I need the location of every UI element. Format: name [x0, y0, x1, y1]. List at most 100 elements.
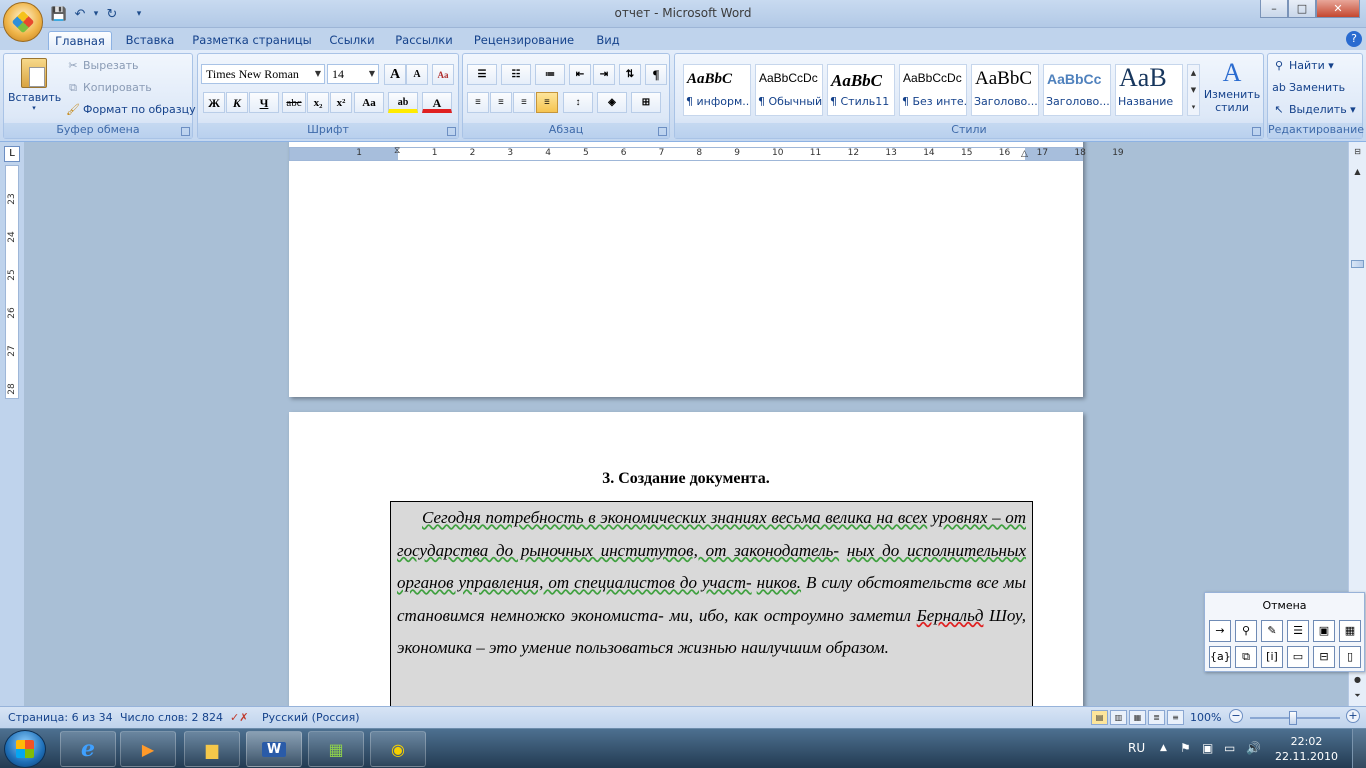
footnote-icon[interactable]: [i] — [1261, 646, 1283, 668]
bullets-icon[interactable]: ☰ — [467, 64, 497, 85]
align-right-icon[interactable]: ≡ — [513, 92, 535, 113]
help-icon[interactable]: ? — [1346, 31, 1362, 47]
comment-icon[interactable]: ▭ — [1287, 646, 1309, 668]
scroll-up-icon[interactable]: ▲ — [1350, 164, 1365, 179]
outline-icon[interactable]: ≣ — [1148, 710, 1165, 725]
paragraph-launcher-icon[interactable] — [658, 127, 667, 136]
change-case-button[interactable]: Aa — [354, 92, 384, 113]
line-spacing-icon[interactable]: ↕ — [563, 92, 593, 113]
zoom-slider-knob[interactable] — [1289, 711, 1297, 725]
copy-button[interactable]: ⧉ Копировать — [66, 79, 152, 97]
app2-taskbar-icon[interactable]: ◉ — [370, 731, 426, 767]
arrow-icon[interactable]: → — [1209, 620, 1231, 642]
decrease-indent-icon[interactable]: ⇤ — [569, 64, 591, 85]
find-button[interactable]: ⚲ Найти ▾ — [1272, 57, 1334, 75]
zoom-level[interactable]: 100% — [1190, 711, 1221, 724]
chevron-down-icon[interactable]: ▼ — [312, 65, 324, 83]
show-formatting-icon[interactable]: ¶ — [645, 64, 667, 85]
clock[interactable]: 22:02 22.11.2010 — [1275, 734, 1338, 764]
language[interactable]: Русский (Россия) — [262, 711, 360, 724]
select-button[interactable]: ↖ Выделить ▾ — [1272, 101, 1355, 119]
tab-mailings[interactable]: Рассылки — [390, 31, 458, 50]
tab-page-layout[interactable]: Разметка страницы — [190, 31, 314, 50]
style-item[interactable]: AaBbCcDc ¶ Обычный — [755, 64, 823, 116]
style-item[interactable]: AaBbC Заголово... — [971, 64, 1039, 116]
cut-button[interactable]: ✂ Вырезать — [66, 57, 138, 75]
underline-button[interactable]: Ч — [249, 92, 279, 113]
horizontal-ruler[interactable]: 1 1 2 3 4 5 6 7 8 9 10 11 12 13 14 15 16 17 18 19 ⧖ △ — [289, 146, 1124, 161]
input-language[interactable]: RU — [1128, 741, 1145, 755]
office-button[interactable] — [3, 2, 43, 42]
show-hidden-icons-icon[interactable]: ▲ — [1160, 743, 1167, 753]
borders-icon[interactable]: ⊞ — [631, 92, 661, 113]
style-item[interactable]: AaBbCcDc ¶ Без инте... — [899, 64, 967, 116]
text-box[interactable]: Сегодня потребность в экономических знан… — [390, 501, 1033, 706]
styles-launcher-icon[interactable] — [1252, 127, 1261, 136]
zoom-in-button[interactable]: + — [1346, 709, 1360, 723]
clipboard-launcher-icon[interactable] — [181, 127, 190, 136]
internet-explorer-icon[interactable]: e — [60, 731, 116, 767]
font-launcher-icon[interactable] — [447, 127, 456, 136]
browse-next-icon[interactable]: ⏷ — [1350, 688, 1365, 703]
maximize-button[interactable]: □ — [1288, 0, 1316, 18]
align-left-icon[interactable]: ≡ — [467, 92, 489, 113]
page-icon[interactable]: ▯ — [1339, 646, 1361, 668]
tab-insert[interactable]: Вставка — [120, 31, 180, 50]
highlight-button[interactable]: ab — [388, 92, 418, 113]
tab-home[interactable]: Главная — [48, 31, 112, 50]
page-count[interactable]: Страница: 6 из 34 — [8, 711, 113, 724]
styles-scroll[interactable]: ▲ ▼ ▾ — [1187, 64, 1200, 116]
field-icon[interactable]: {a} — [1209, 646, 1231, 668]
chevron-down-icon[interactable]: ▼ — [366, 65, 378, 83]
volume-icon[interactable]: 🔊 — [1246, 741, 1261, 755]
font-size-combo[interactable]: 14 ▼ — [327, 64, 379, 84]
full-screen-reading-icon[interactable]: ▥ — [1110, 710, 1127, 725]
subscript-button[interactable]: x₂ — [307, 92, 329, 113]
paste-button[interactable]: Вставить ▾ — [8, 58, 61, 120]
word-taskbar-icon[interactable]: W — [246, 731, 302, 767]
format-painter-button[interactable]: 🖌 Формат по образцу — [66, 101, 196, 119]
clear-formatting-button[interactable]: Aa — [432, 64, 454, 85]
ruler-toggle-icon[interactable]: ⊟ — [1350, 144, 1365, 159]
font-name-combo[interactable]: Times New Roman ▼ — [201, 64, 325, 84]
web-layout-icon[interactable]: ▦ — [1129, 710, 1146, 725]
pencil-icon[interactable]: ✎ — [1261, 620, 1283, 642]
style-item[interactable]: AaBbCc Заголово... — [1043, 64, 1111, 116]
numbering-icon[interactable]: ☷ — [501, 64, 531, 85]
right-indent-marker-icon[interactable]: △ — [1021, 149, 1028, 159]
shading-icon[interactable]: ◈ — [597, 92, 627, 113]
flag-icon[interactable]: ⚑ — [1180, 741, 1191, 755]
media-player-icon[interactable]: ▶ — [120, 731, 176, 767]
pages-icon[interactable]: ⧉ — [1235, 646, 1257, 668]
binoculars-icon[interactable]: ⚲ — [1235, 620, 1257, 642]
tab-selector-button[interactable]: L — [4, 146, 20, 162]
start-button[interactable] — [4, 730, 46, 768]
grow-font-button[interactable]: A — [384, 64, 406, 85]
app-taskbar-icon[interactable]: ▦ — [308, 731, 364, 767]
multilevel-list-icon[interactable]: ≔ — [535, 64, 565, 85]
strikethrough-button[interactable]: abc — [282, 92, 306, 113]
table-icon[interactable]: ▦ — [1339, 620, 1361, 642]
explorer-icon[interactable]: ▆ — [184, 731, 240, 767]
bold-button[interactable]: Ж — [203, 92, 225, 113]
replace-button[interactable]: ab Заменить — [1272, 79, 1345, 97]
close-button[interactable]: ✕ — [1316, 0, 1360, 18]
superscript-button[interactable]: x² — [330, 92, 352, 113]
tab-view[interactable]: Вид — [590, 31, 626, 50]
change-styles-button[interactable]: A Изменить стили — [1201, 58, 1263, 114]
style-item[interactable]: AaBbC ¶ Стиль11 — [827, 64, 895, 116]
tab-references[interactable]: Ссылки — [324, 31, 380, 50]
italic-button[interactable]: К — [226, 92, 248, 113]
indent-marker-icon[interactable]: ⧖ — [394, 146, 400, 156]
sort-icon[interactable]: ⇅ — [619, 64, 641, 85]
shrink-font-button[interactable]: A — [406, 64, 428, 85]
zoom-out-button[interactable]: − — [1229, 709, 1243, 723]
word-count[interactable]: Число слов: 2 824 — [120, 711, 223, 724]
justify-icon[interactable]: ≡ — [536, 92, 558, 113]
show-desktop-button[interactable] — [1352, 729, 1366, 768]
style-item[interactable]: AaB Название — [1115, 64, 1183, 116]
picture-icon[interactable]: ▣ — [1313, 620, 1335, 642]
browse-object-icon[interactable]: ● — [1350, 672, 1365, 687]
style-item[interactable]: AaBbC ¶ информ... — [683, 64, 751, 116]
align-center-icon[interactable]: ≡ — [490, 92, 512, 113]
